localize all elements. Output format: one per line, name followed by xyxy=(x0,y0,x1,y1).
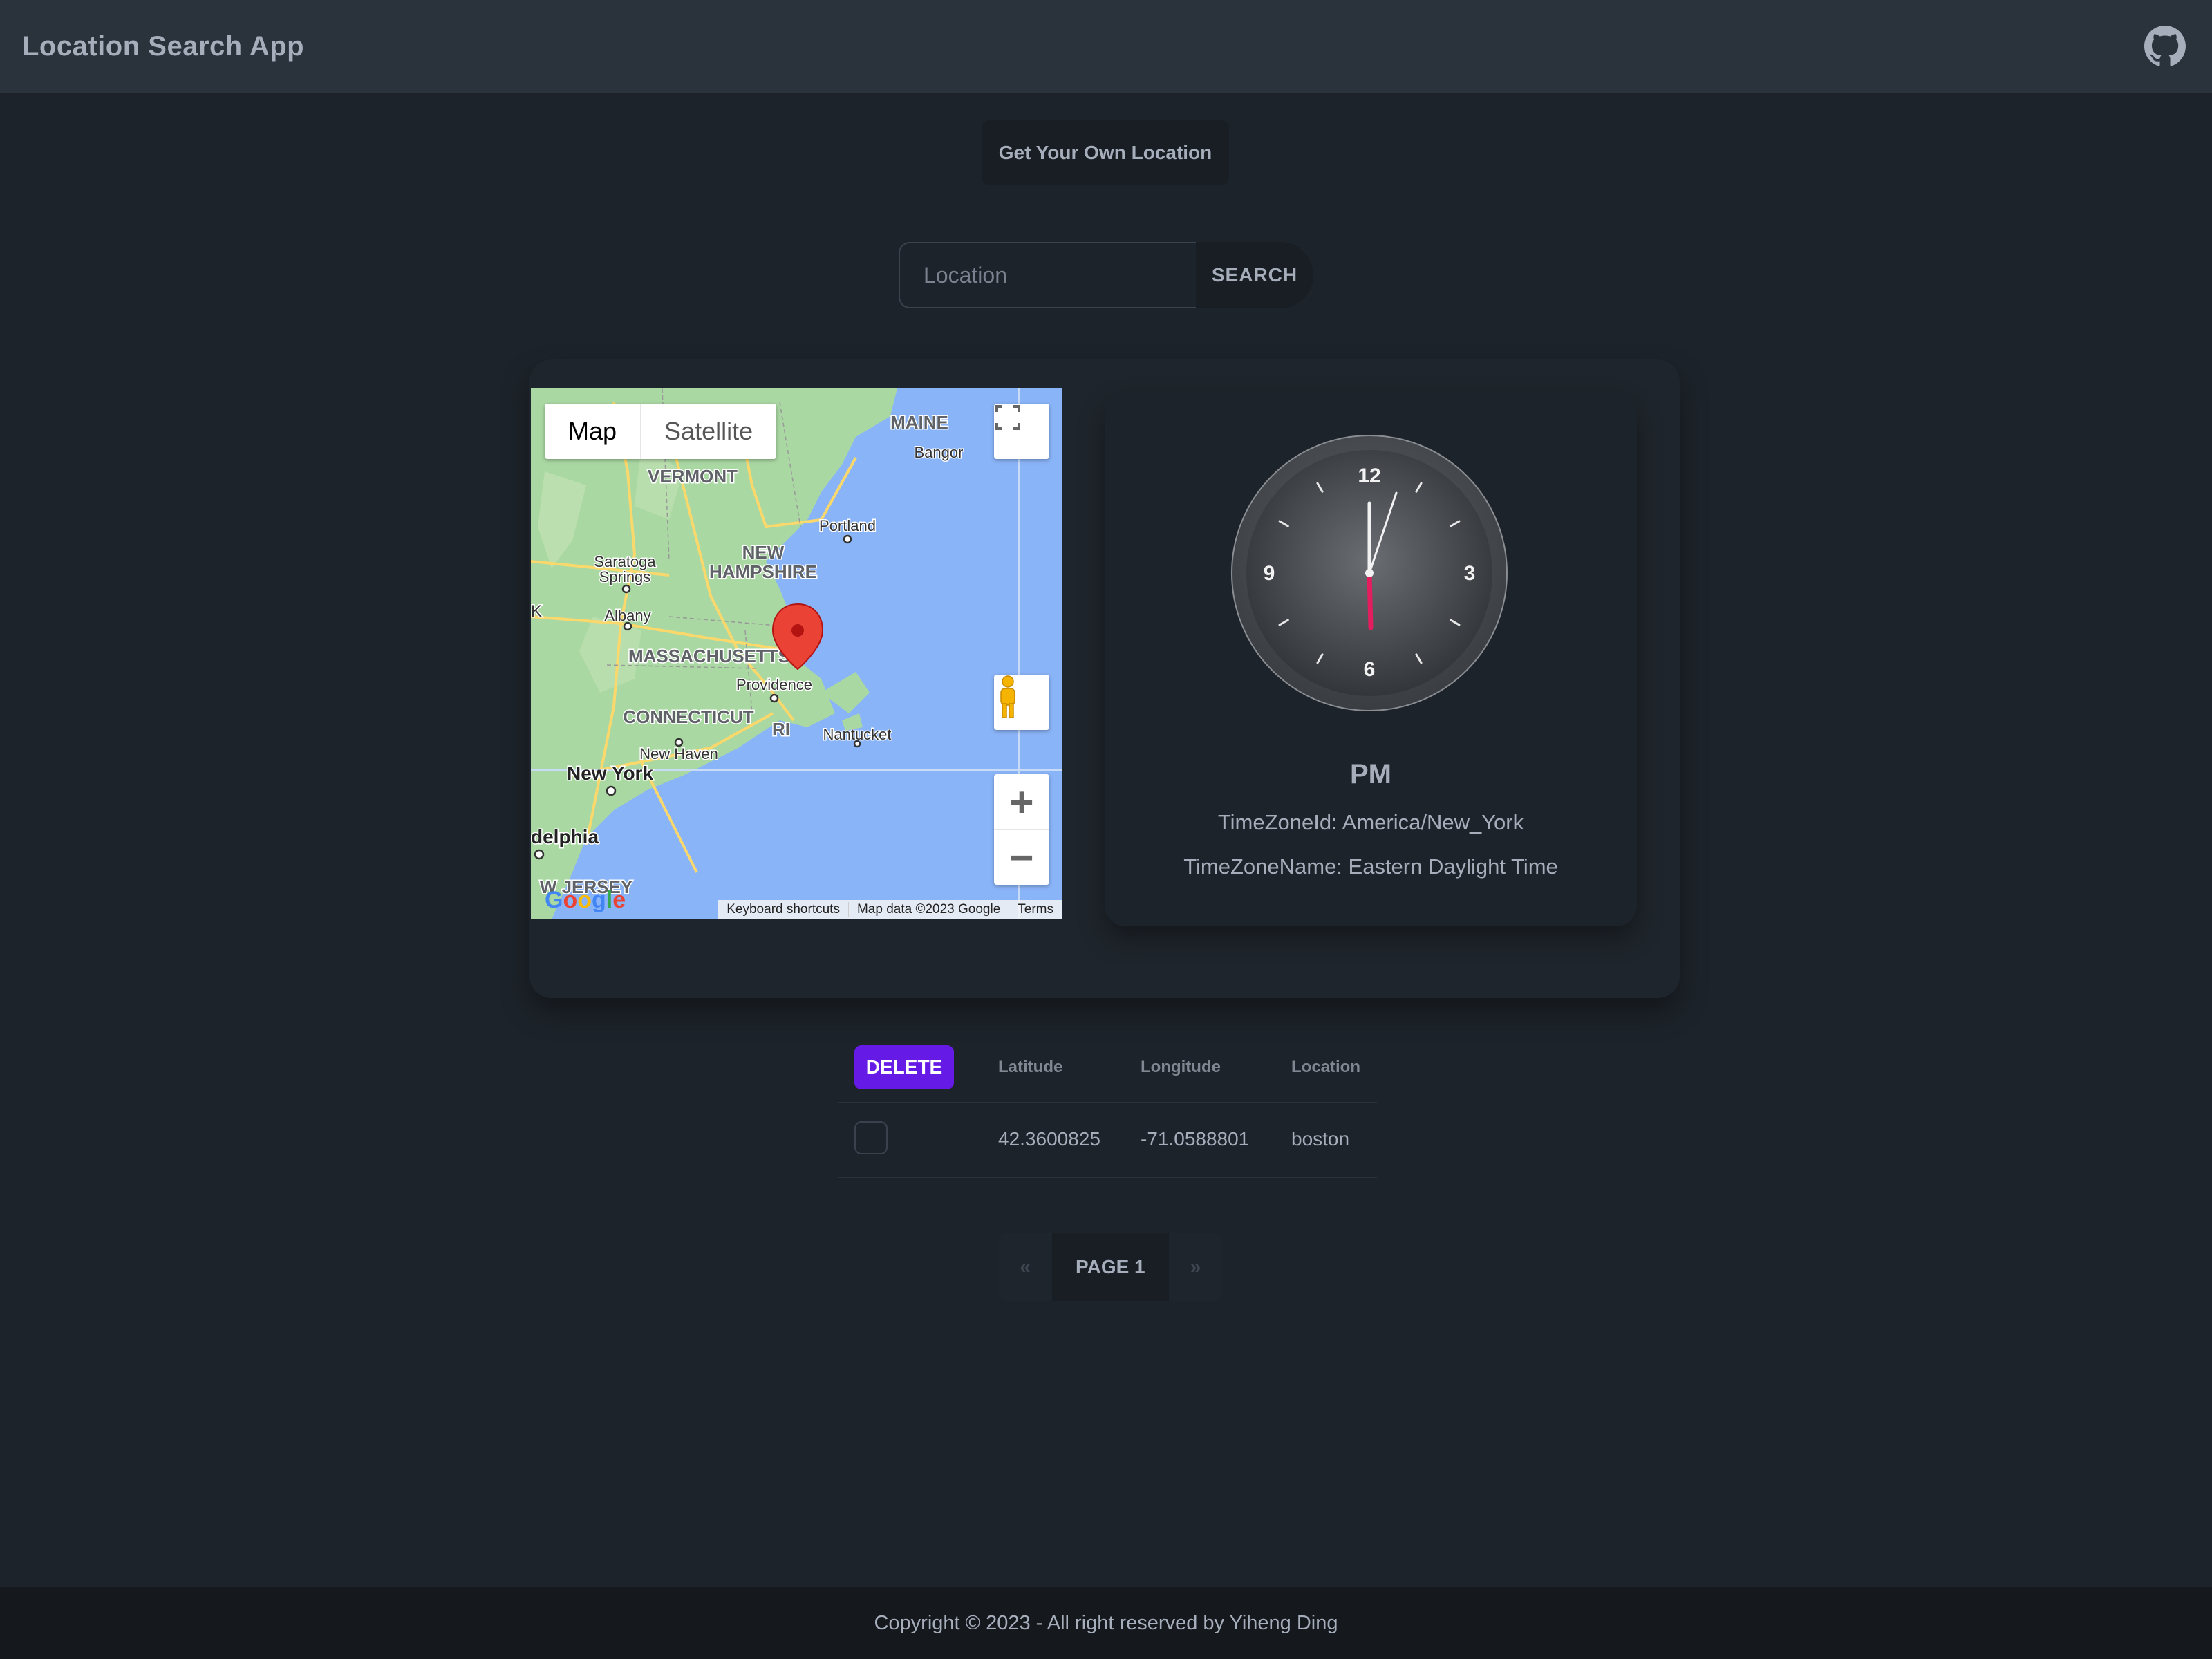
github-icon[interactable] xyxy=(2144,26,2186,67)
map-data-text: Map data ©2023 Google xyxy=(847,902,1009,917)
map-label-connecticut: CONNECTICUT xyxy=(623,706,753,727)
fullscreen-icon xyxy=(995,405,1020,430)
locations-table: DELETE Latitude Longitude Location 42.36… xyxy=(838,1037,1377,1178)
street-view-button[interactable] xyxy=(994,675,1049,730)
map-label-vermont: VERMONT xyxy=(648,466,738,487)
copyright-text: Copyright © 2023 - All right reserved by… xyxy=(874,1611,1338,1634)
map-label-hampshire: HAMPSHIRE xyxy=(709,561,817,582)
clock-number-6: 6 xyxy=(1364,658,1376,681)
keyboard-shortcuts-link[interactable]: Keyboard shortcuts xyxy=(718,902,848,917)
table-row: 42.3600825 -71.0588801 boston xyxy=(838,1103,1377,1178)
cell-longitude: -71.0588801 xyxy=(1141,1128,1250,1150)
map-label-new-haven: New Haven xyxy=(639,745,718,762)
map-label-portland: Portland xyxy=(819,517,876,534)
delete-button[interactable]: DELETE xyxy=(854,1045,954,1089)
map-label-k: K xyxy=(531,602,542,621)
map-type-satellite[interactable]: Satellite xyxy=(641,404,776,459)
clock-number-9: 9 xyxy=(1264,562,1275,585)
column-location: Location xyxy=(1291,1058,1360,1076)
am-pm-indicator: PM xyxy=(1350,759,1391,789)
fullscreen-button[interactable] xyxy=(994,404,1049,459)
navbar: Location Search App xyxy=(0,0,2212,93)
row-checkbox[interactable] xyxy=(854,1121,888,1154)
column-longitude: Longitude xyxy=(1141,1058,1221,1076)
search-bar: SEARCH xyxy=(899,242,1313,308)
page-footer: Copyright © 2023 - All right reserved by… xyxy=(0,1587,2212,1659)
map-label-massachusetts: MASSACHUSETTS xyxy=(628,646,790,666)
clock-number-12: 12 xyxy=(1358,465,1380,487)
map-label-philadelphia: delphia xyxy=(531,826,599,847)
timezone-name: TimeZoneName: Eastern Daylight Time xyxy=(1183,854,1558,879)
table-header: DELETE Latitude Longitude Location xyxy=(838,1037,1377,1103)
column-latitude: Latitude xyxy=(998,1058,1063,1076)
map-label-new: NEW xyxy=(742,542,785,563)
map-label-albany: Albany xyxy=(604,607,650,624)
google-map[interactable]: MAINE VERMONT NEW HAMPSHIRE MASSACHUSETT… xyxy=(531,388,1062,919)
analog-clock: 12 3 6 9 xyxy=(1231,435,1508,711)
terms-link[interactable]: Terms xyxy=(1009,902,1062,917)
zoom-out-button[interactable]: − xyxy=(994,830,1049,885)
map-attribution: Keyboard shortcuts Map data ©2023 Google… xyxy=(718,900,1062,919)
zoom-control: + − xyxy=(994,774,1049,885)
get-own-location-button[interactable]: Get Your Own Location xyxy=(982,120,1229,185)
map-label-ri: RI xyxy=(772,719,790,740)
current-page-button[interactable]: PAGE 1 xyxy=(1052,1233,1169,1301)
cell-location: boston xyxy=(1291,1128,1350,1150)
map-tiles: MAINE VERMONT NEW HAMPSHIRE MASSACHUSETT… xyxy=(531,388,1062,919)
map-label-maine: MAINE xyxy=(890,412,948,433)
google-logo: Google xyxy=(545,887,626,913)
cell-latitude: 42.3600825 xyxy=(998,1128,1100,1150)
map-label-providence: Providence xyxy=(736,676,812,693)
location-search-input[interactable] xyxy=(899,242,1196,308)
timezone-id: TimeZoneId: America/New_York xyxy=(1217,810,1524,834)
map-label-bangor: Bangor xyxy=(915,444,964,461)
search-button[interactable]: SEARCH xyxy=(1196,242,1313,308)
app-title[interactable]: Location Search App xyxy=(22,31,304,62)
second-hand xyxy=(1367,570,1374,630)
zoom-in-button[interactable]: + xyxy=(994,774,1049,830)
map-type-map[interactable]: Map xyxy=(545,404,641,459)
clock-center xyxy=(1365,569,1374,577)
next-page-button[interactable]: » xyxy=(1168,1233,1223,1301)
map-label-new-york: New York xyxy=(567,762,653,784)
map-type-control: Map Satellite xyxy=(545,404,777,459)
clock-number-3: 3 xyxy=(1464,562,1476,585)
prev-page-button[interactable]: « xyxy=(998,1233,1052,1301)
clock-card: 12 3 6 9 PM TimeZoneId: America/New_York… xyxy=(1105,393,1637,926)
pagination: « PAGE 1 » xyxy=(998,1233,1223,1301)
map-label-springs: Springs xyxy=(599,568,651,585)
pegman-icon xyxy=(1000,675,1015,718)
